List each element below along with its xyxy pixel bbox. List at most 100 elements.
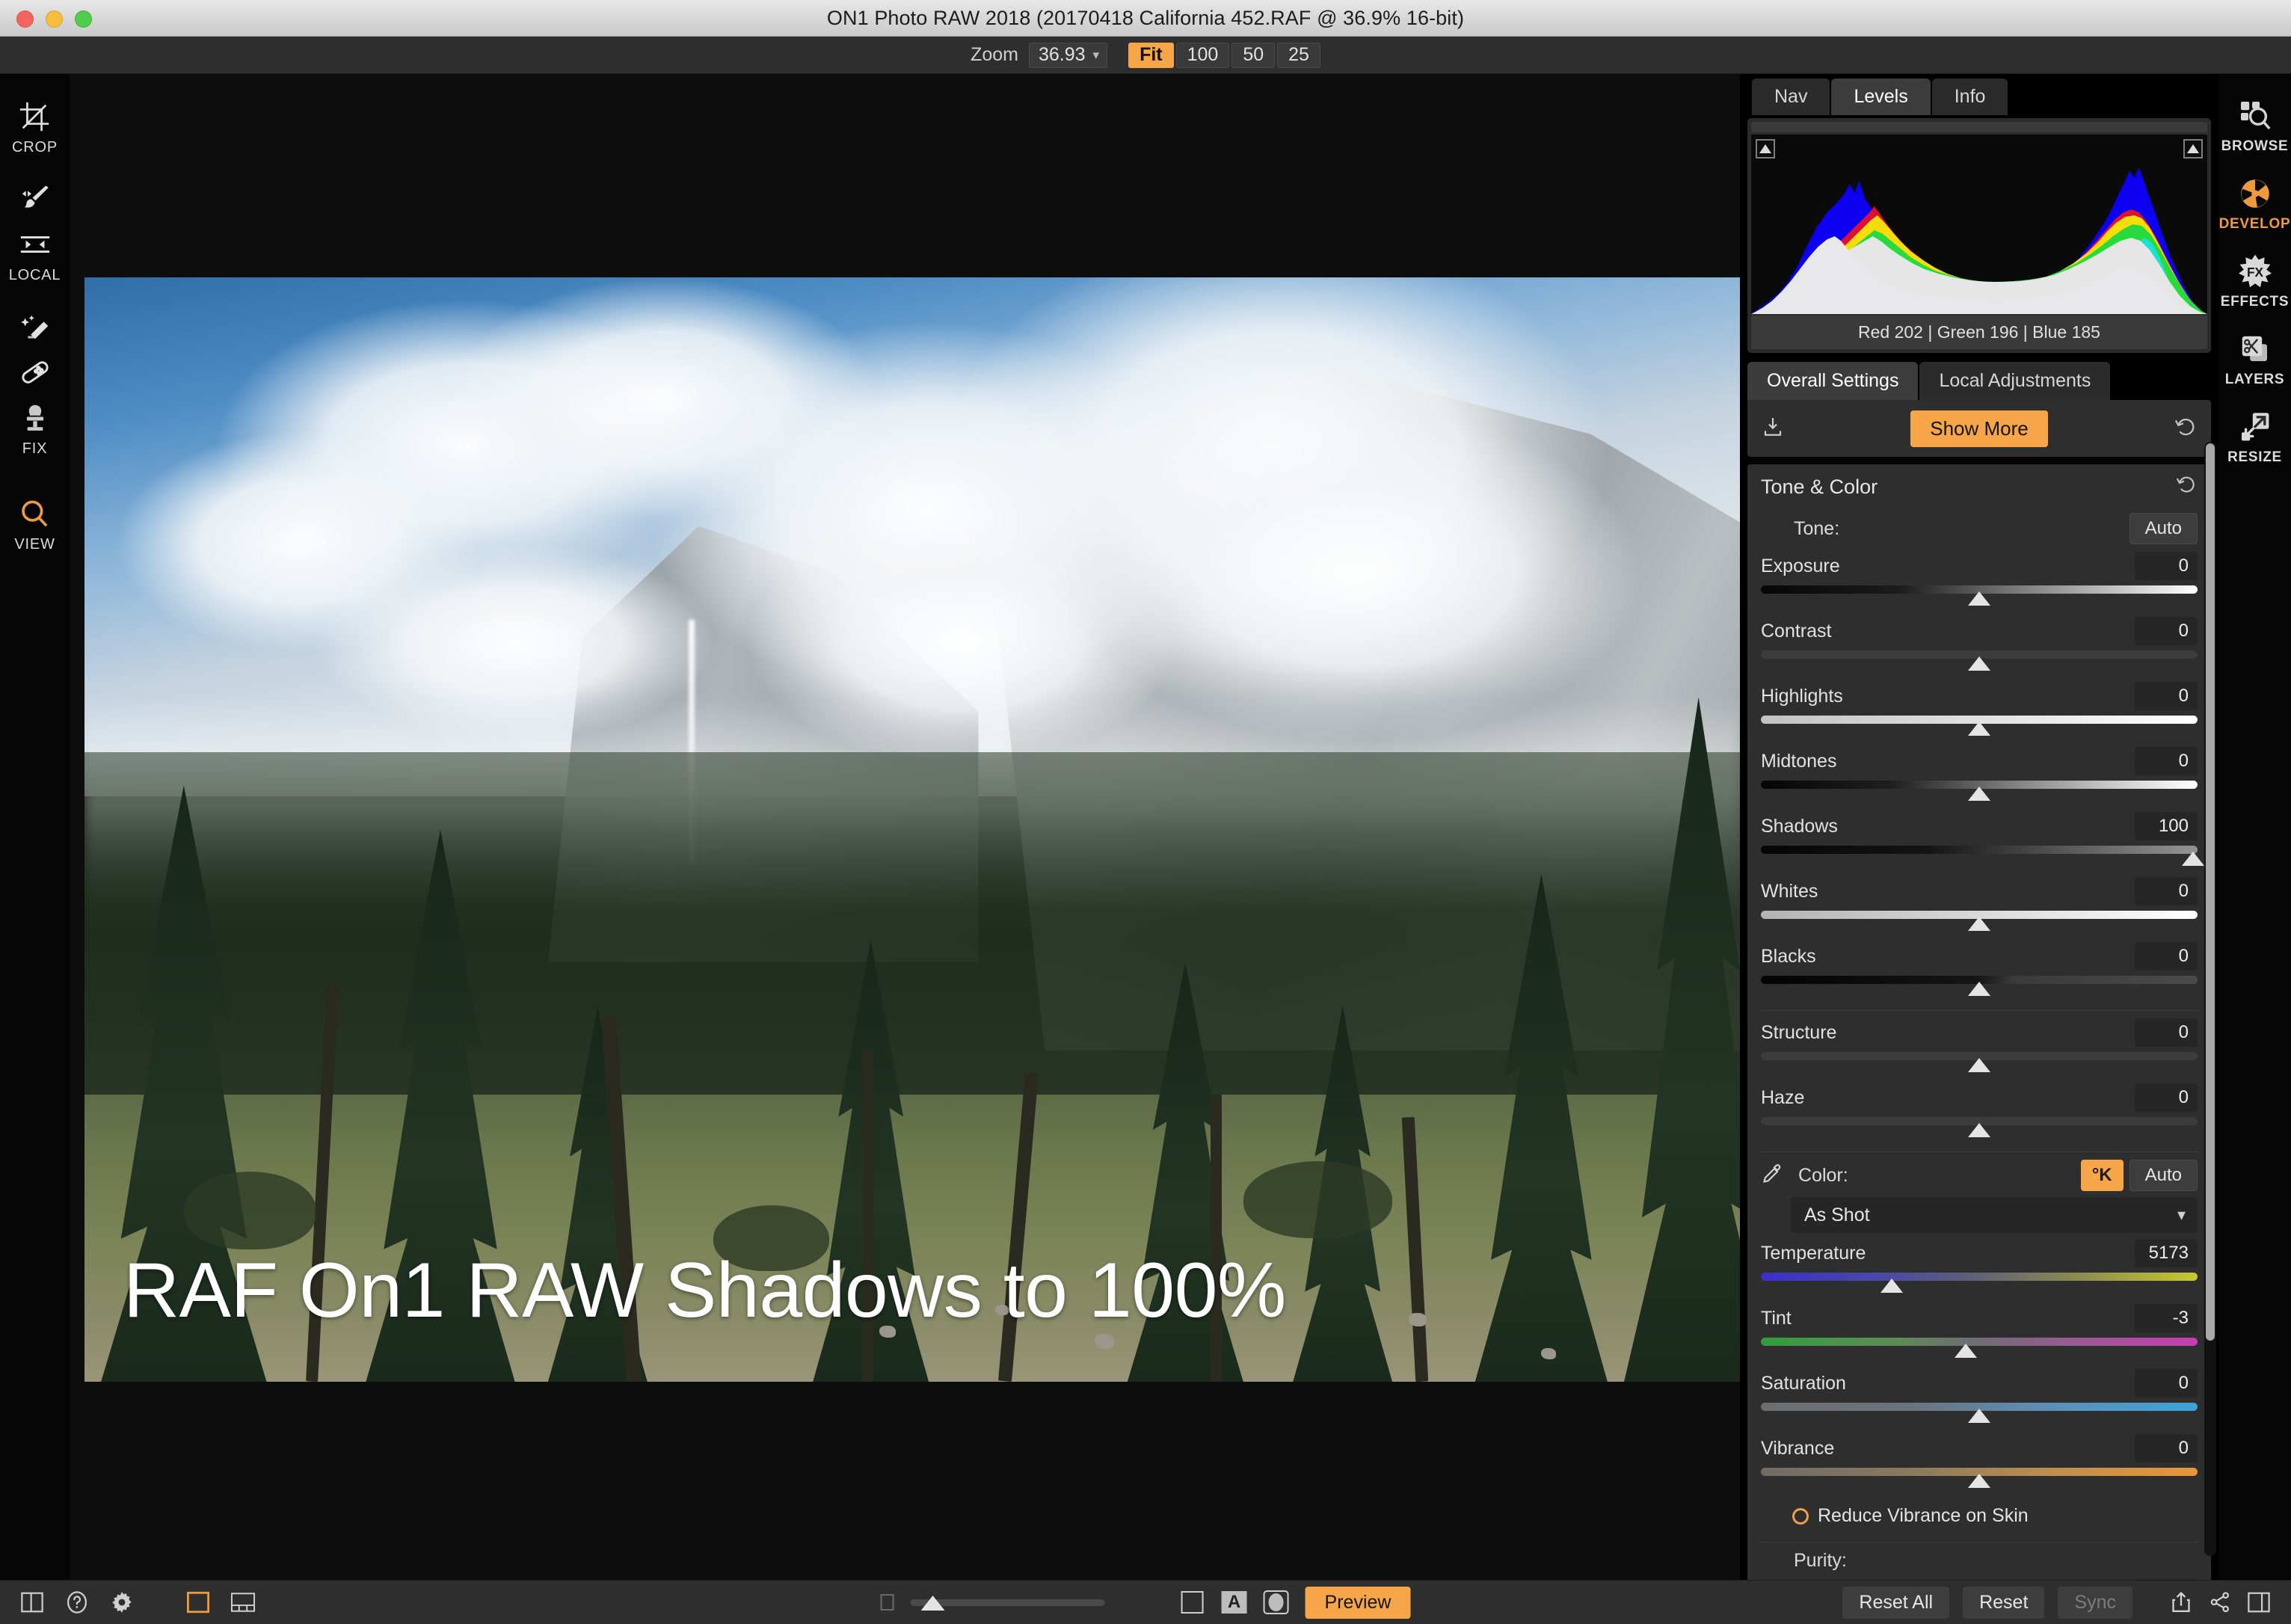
tone-auto-button[interactable]: Auto <box>2129 513 2198 544</box>
shadow-clip-indicator[interactable] <box>1756 139 1775 159</box>
sync-button[interactable]: Sync <box>2058 1586 2132 1619</box>
kelvin-toggle-button[interactable]: °K <box>2080 1160 2124 1191</box>
zoom-preset-25[interactable]: 25 <box>1277 42 1320 68</box>
slider-saturation[interactable]: Saturation 0 <box>1747 1365 2211 1430</box>
tab-nav[interactable]: Nav <box>1752 79 1830 115</box>
highlight-clip-indicator[interactable] <box>2183 139 2203 159</box>
tool-view[interactable]: VIEW <box>14 493 55 553</box>
slider-knob[interactable] <box>1968 787 1990 801</box>
slider-highlights[interactable]: Highlights 0 <box>1747 677 2211 742</box>
slider-knob[interactable] <box>1968 656 1990 671</box>
photo-preview[interactable]: RAF On1 RAW Shadows to 100% <box>84 277 1740 1382</box>
zoom-preset-fit[interactable]: Fit <box>1128 42 1174 68</box>
tab-overall-settings[interactable]: Overall Settings <box>1747 362 1919 400</box>
panel-scrollbar[interactable] <box>2204 442 2216 1556</box>
slider-temperature[interactable]: Temperature 5173 <box>1747 1234 2211 1299</box>
slider-knob[interactable] <box>1881 1279 1904 1293</box>
slider-shadows[interactable]: Shadows 100 <box>1747 808 2211 873</box>
white-balance-dropdown[interactable]: As Shot ▾ <box>1791 1197 2198 1233</box>
slider-knob[interactable] <box>2182 852 2205 866</box>
mask-square-icon[interactable] <box>1180 1590 1205 1615</box>
tab-local-adjustments[interactable]: Local Adjustments <box>1919 362 2111 400</box>
zoom-preset-50[interactable]: 50 <box>1231 42 1276 68</box>
slider-value[interactable]: 100 <box>2135 812 2198 840</box>
slider-value[interactable]: 0 <box>2135 617 2198 645</box>
module-layers[interactable]: LAYERS <box>2218 324 2291 394</box>
reset-all-button[interactable]: Reset All <box>1842 1586 1950 1619</box>
slider-value[interactable]: 0 <box>2135 1369 2198 1397</box>
help-question-icon[interactable] <box>64 1590 90 1615</box>
single-view-icon[interactable] <box>185 1590 211 1615</box>
scrollbar-thumb[interactable] <box>2206 443 2215 1341</box>
slider-knob[interactable] <box>1968 1123 1990 1137</box>
thumbnail-size-icon[interactable] <box>880 1594 894 1611</box>
import-preset-icon[interactable] <box>1761 415 1785 443</box>
slider-value[interactable]: -3 <box>2135 1304 2198 1332</box>
minimize-button[interactable] <box>46 10 63 28</box>
reset-arrow-icon[interactable] <box>2175 473 2198 501</box>
slider-haze[interactable]: Haze 0 <box>1747 1079 2211 1144</box>
slider-knob[interactable] <box>1968 722 1990 736</box>
preview-button[interactable]: Preview <box>1305 1586 1411 1619</box>
close-button[interactable] <box>16 10 34 28</box>
tool-brush[interactable] <box>15 179 55 221</box>
eyedropper-icon[interactable] <box>1761 1163 1783 1189</box>
slider-tint[interactable]: Tint -3 <box>1747 1299 2211 1365</box>
reset-button[interactable]: Reset <box>1963 1586 2045 1619</box>
slider-value[interactable]: 0 <box>2135 1083 2198 1112</box>
module-resize[interactable]: RESIZE <box>2218 402 2291 472</box>
slider-value[interactable]: 0 <box>2135 552 2198 580</box>
slider-whites[interactable]: Whites 0 <box>1747 873 2211 938</box>
slider-value[interactable]: 0 <box>2135 877 2198 905</box>
slider-midtones[interactable]: Midtones 0 <box>1747 742 2211 808</box>
tab-levels[interactable]: Levels <box>1831 79 1931 115</box>
slider-value[interactable]: 5173 <box>2135 1239 2198 1267</box>
share-node-icon[interactable] <box>2207 1590 2233 1615</box>
slider-knob[interactable] <box>1968 1409 1990 1423</box>
tab-info[interactable]: Info <box>1931 79 2008 115</box>
mask-circle-icon[interactable] <box>1263 1590 1289 1615</box>
filmstrip-view-icon[interactable] <box>230 1590 256 1615</box>
zoom-preset-100[interactable]: 100 <box>1175 42 1230 68</box>
slider-value[interactable]: 0 <box>2135 942 2198 971</box>
reset-arrow-icon[interactable] <box>2174 415 2198 443</box>
toggle-right-panel-icon[interactable] <box>2246 1590 2272 1615</box>
slider-contrast[interactable]: Contrast 0 <box>1747 612 2211 677</box>
image-canvas[interactable]: RAF On1 RAW Shadows to 100% <box>70 74 1740 1580</box>
slider-knob[interactable] <box>920 1596 945 1611</box>
window-controls[interactable] <box>16 10 92 28</box>
mask-a-icon[interactable]: A <box>1221 1590 1247 1615</box>
slider-track[interactable] <box>1761 846 2198 854</box>
slider-knob[interactable] <box>1968 1058 1990 1072</box>
zoom-value-field[interactable]: 36.93 ▾ <box>1028 42 1108 68</box>
module-develop[interactable]: DEVELOP <box>2218 168 2291 239</box>
slider-track[interactable] <box>1761 1338 2198 1346</box>
slider-knob[interactable] <box>1968 982 1990 996</box>
zoom-button[interactable] <box>75 10 92 28</box>
slider-blacks[interactable]: Blacks 0 <box>1747 938 2211 1003</box>
tool-healing[interactable] <box>15 352 55 395</box>
slider-knob[interactable] <box>1968 917 1990 931</box>
color-auto-button[interactable]: Auto <box>2129 1160 2198 1191</box>
show-more-button[interactable]: Show More <box>1910 410 2048 447</box>
slider-knob[interactable] <box>1968 1474 1990 1488</box>
slider-exposure[interactable]: Exposure 0 <box>1747 547 2211 612</box>
slider-track[interactable] <box>1761 1273 2198 1281</box>
tool-crop[interactable]: CROP <box>12 96 58 156</box>
module-effects[interactable]: FX EFFECTS <box>2218 246 2291 316</box>
slider-knob[interactable] <box>1968 591 1990 606</box>
slider-structure[interactable]: Structure 0 <box>1747 1014 2211 1079</box>
slider-knob[interactable] <box>1955 1344 1978 1358</box>
toggle-left-panel-icon[interactable] <box>19 1590 45 1615</box>
tool-local[interactable]: LOCAL <box>9 224 61 284</box>
reduce-vibrance-on-skin-checkbox[interactable]: Reduce Vibrance on Skin <box>1747 1495 2211 1534</box>
slider-vibrance[interactable]: Vibrance 0 <box>1747 1430 2211 1495</box>
thumbnail-size-slider[interactable] <box>910 1593 1105 1612</box>
settings-gear-icon[interactable] <box>109 1590 135 1615</box>
slider-value[interactable]: 0 <box>2135 1018 2198 1047</box>
slider-value[interactable]: 0 <box>2135 1434 2198 1462</box>
share-export-icon[interactable] <box>2168 1590 2194 1615</box>
slider-value[interactable]: 0 <box>2135 747 2198 775</box>
tool-fix[interactable]: FIX <box>15 398 55 458</box>
slider-value[interactable]: 0 <box>2135 682 2198 710</box>
